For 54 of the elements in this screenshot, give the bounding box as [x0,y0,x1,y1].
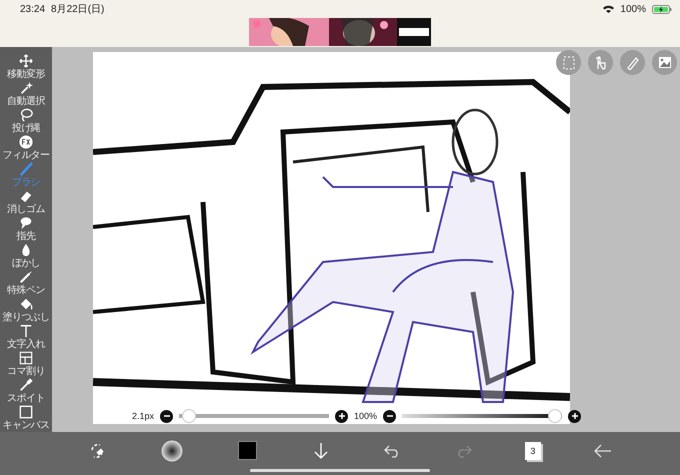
color-button[interactable] [236,439,260,462]
fx-icon [19,135,33,149]
panel-grid-icon [19,351,33,365]
tool-button[interactable]: 指先 [0,215,52,242]
tool-button[interactable]: 特殊ペン [0,269,52,296]
slider-thumb[interactable] [548,409,562,423]
tool-button[interactable]: 文字入れ [0,323,52,350]
pencil-button[interactable] [620,50,645,75]
image-button[interactable] [652,50,677,75]
tool-button[interactable]: ぼかし [0,242,52,269]
lasso-icon [19,108,33,122]
tool-button[interactable]: 移動変形 [0,53,52,80]
image-icon [658,56,672,69]
move-arrows-icon [19,54,33,68]
brush-size-reading: 2.1px [130,411,156,421]
slider-thumb[interactable] [182,409,196,423]
tool-button[interactable]: スポイト [0,377,52,404]
tool-button[interactable]: 消しゴム [0,188,52,215]
tool-button[interactable]: キャンバス [0,404,52,431]
bucket-icon [19,297,33,311]
magic-wand-icon [19,81,33,95]
selection-button[interactable] [556,50,581,75]
wifi-icon [603,5,614,13]
pen-icon [19,270,33,284]
brush-preview-button[interactable] [159,438,186,464]
status-date: 8月22日(日) [51,3,104,16]
battery-icon [652,4,672,14]
plus-icon [338,412,346,420]
square-icon [19,405,33,419]
tool-button[interactable]: コマ割り [0,350,52,377]
redo-icon [456,444,472,458]
text-icon [19,324,33,338]
pencil-icon [626,56,640,70]
layers-button[interactable]: 3 [524,442,541,460]
tool-button[interactable]: 自動選択 [0,80,52,107]
increase-opacity-button[interactable] [568,410,582,422]
left-arrow-icon [594,444,612,458]
brush-tip-icon [161,440,184,462]
plus-icon [570,412,579,420]
down-arrow-icon [312,442,329,460]
eraser-icon [19,189,33,203]
tool-button[interactable]: 投げ縄 [0,107,52,134]
eyedropper-icon [19,378,33,392]
undo-icon [384,444,400,458]
tool-button[interactable]: フィルター [0,134,52,161]
hand-button[interactable] [588,50,613,75]
brush-icon [19,162,33,176]
dashed-square-icon [562,56,574,70]
tool-button[interactable]: 塗りつぶし [0,296,52,323]
battery-percent: 100% [620,4,646,14]
status-time: 23:24 [20,4,46,14]
opacity-reading: 100% [352,411,380,421]
hand-icon [594,56,606,70]
speech-bubble-icon [19,216,33,230]
